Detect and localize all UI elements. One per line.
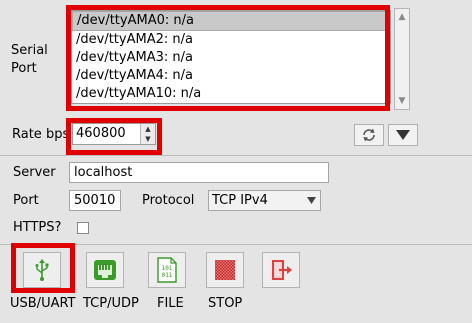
usb-uart-highlight bbox=[11, 243, 75, 293]
scroll-down-icon[interactable]: ▼ bbox=[395, 94, 409, 108]
scroll-up-icon[interactable]: ▲ bbox=[395, 10, 409, 24]
svg-text:011: 011 bbox=[162, 272, 173, 279]
protocol-label: Protocol bbox=[142, 193, 195, 208]
file-label: FILE bbox=[157, 296, 184, 311]
serial-port-scrollbar[interactable]: ▲ ▼ bbox=[394, 8, 410, 110]
dropdown-button[interactable] bbox=[388, 124, 418, 146]
https-label: HTTPS? bbox=[13, 220, 62, 235]
server-label: Server bbox=[13, 165, 56, 180]
tcp-udp-label: TCP/UDP bbox=[83, 296, 139, 311]
stop-button[interactable] bbox=[206, 252, 244, 288]
ethernet-icon bbox=[94, 260, 116, 280]
port-value: 50010 bbox=[74, 193, 116, 208]
svg-text:101: 101 bbox=[162, 265, 173, 272]
exit-button[interactable] bbox=[262, 252, 300, 288]
rate-label: Rate bps bbox=[12, 127, 70, 142]
serial-port-label: Serial Port bbox=[11, 43, 48, 76]
port-input[interactable]: 50010 bbox=[69, 190, 121, 211]
exit-icon bbox=[272, 260, 292, 280]
serial-port-highlight bbox=[66, 5, 390, 111]
refresh-button[interactable] bbox=[354, 124, 384, 146]
tcp-udp-button[interactable] bbox=[86, 252, 124, 288]
protocol-value: TCP IPv4 bbox=[212, 193, 268, 208]
stop-label: STOP bbox=[208, 296, 243, 311]
file-button[interactable]: 101 011 bbox=[148, 252, 186, 288]
chevron-down-icon bbox=[396, 130, 410, 140]
server-value: localhost bbox=[74, 165, 133, 180]
https-checkbox[interactable] bbox=[77, 222, 89, 234]
protocol-select[interactable]: TCP IPv4 bbox=[208, 190, 321, 211]
rate-highlight bbox=[66, 118, 162, 155]
usb-uart-label: USB/UART bbox=[10, 296, 76, 311]
section-divider-top bbox=[0, 155, 472, 156]
chevron-down-icon bbox=[307, 197, 316, 204]
binary-file-icon: 101 011 bbox=[157, 257, 177, 283]
port-label: Port bbox=[13, 193, 39, 208]
refresh-icon bbox=[363, 128, 375, 142]
stop-icon bbox=[215, 260, 235, 280]
server-input[interactable]: localhost bbox=[69, 162, 329, 183]
